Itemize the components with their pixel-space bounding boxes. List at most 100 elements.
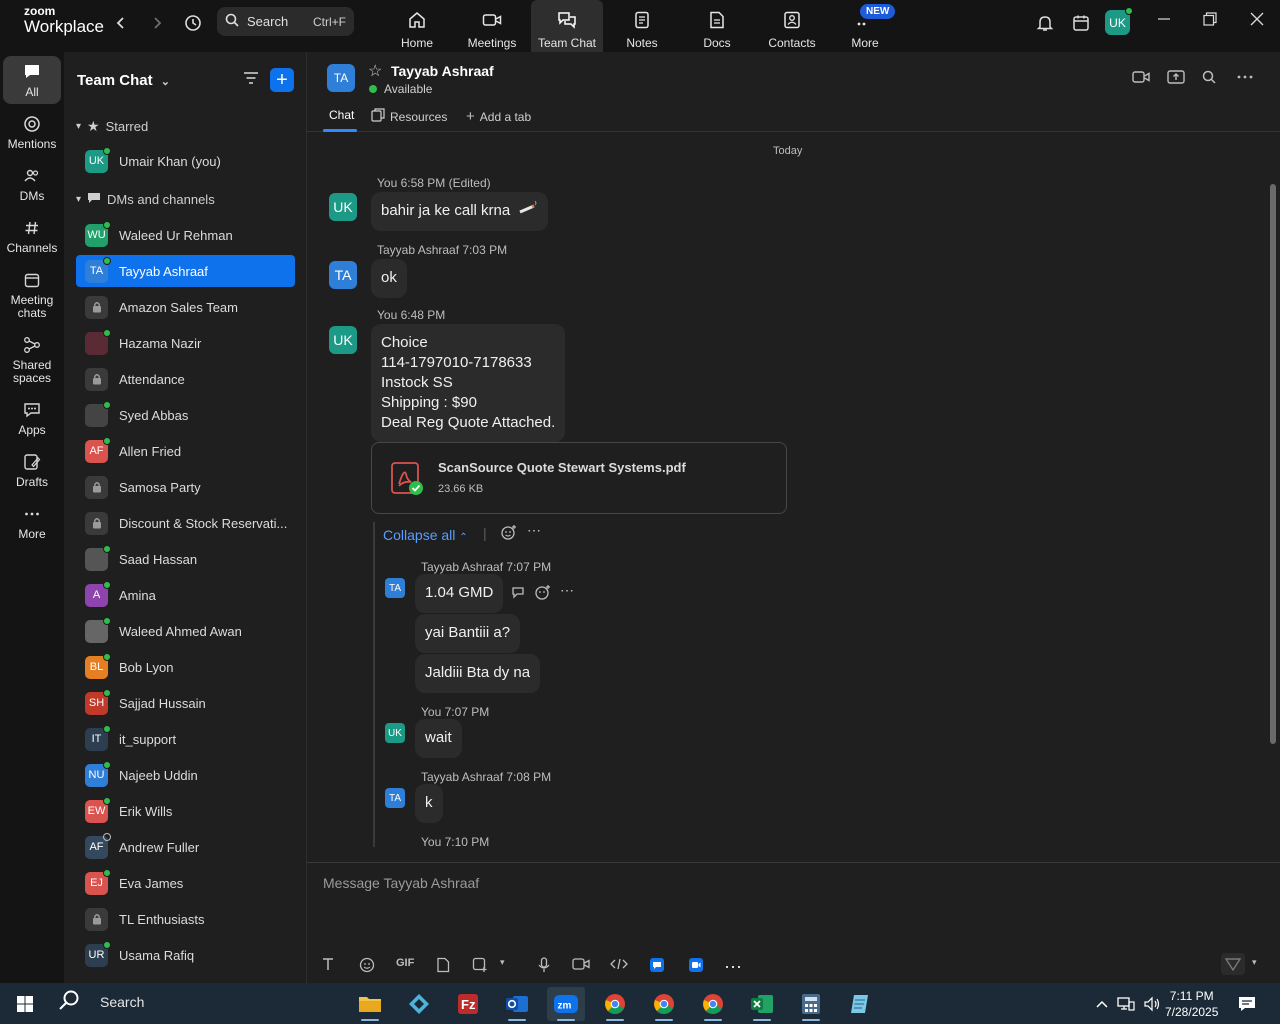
chat-list-item[interactable]: AF Andrew Fuller xyxy=(76,831,295,863)
video-message-icon[interactable] xyxy=(572,957,590,971)
more-options-icon[interactable] xyxy=(1237,70,1253,89)
chat-item-umair-khan[interactable]: UK Umair Khan (you) xyxy=(76,145,295,177)
restore-icon[interactable] xyxy=(1203,12,1217,31)
close-icon[interactable] xyxy=(1250,12,1264,31)
message-bubble[interactable]: bahir ja ke call krna xyxy=(371,192,549,231)
add-tab-button[interactable]: + Add a tab xyxy=(466,108,531,125)
chat-list-item[interactable]: Samosa Party xyxy=(76,471,295,503)
tab-contacts[interactable]: Contacts xyxy=(756,0,828,52)
taskbar-search[interactable]: Search xyxy=(58,989,144,1014)
chevron-down-icon[interactable]: ▾ xyxy=(500,957,505,968)
filezilla-icon[interactable]: Fz xyxy=(449,987,487,1021)
message-bubble[interactable]: Jaldiii Bta dy na xyxy=(415,654,541,693)
more-options-icon[interactable]: ⋯ xyxy=(724,957,742,978)
chat-list-item[interactable]: Hazama Nazir xyxy=(76,327,295,359)
emoji-icon[interactable] xyxy=(359,957,375,973)
app-integration-icon[interactable] xyxy=(649,957,665,973)
avatar[interactable]: TA xyxy=(329,261,357,289)
star-outline-icon[interactable]: ☆ xyxy=(368,61,382,81)
chat-list-item[interactable]: TA Tayyab Ashraaf xyxy=(76,255,295,287)
chat-list-item[interactable]: Amazon Sales Team xyxy=(76,291,295,323)
message-bubble[interactable]: 1.04 GMD xyxy=(415,574,504,613)
more-options-icon[interactable]: ⋯ xyxy=(560,582,574,599)
chat-list-item[interactable]: Syed Abbas xyxy=(76,399,295,431)
chat-list-item[interactable]: TL Enthusiasts xyxy=(76,903,295,935)
code-snippet-icon[interactable] xyxy=(610,957,628,971)
rail-item-mentions[interactable]: Mentions xyxy=(3,114,61,151)
rail-item-channels[interactable]: Channels xyxy=(3,218,61,255)
chat-list-item[interactable]: BL Bob Lyon xyxy=(76,651,295,683)
scrollbar-thumb[interactable] xyxy=(1270,184,1276,744)
global-search-box[interactable]: Search Ctrl+F xyxy=(217,7,354,36)
add-reaction-icon[interactable] xyxy=(501,524,517,543)
avatar[interactable]: UK xyxy=(385,723,405,743)
share-screen-icon[interactable] xyxy=(1167,70,1185,89)
filter-icon[interactable] xyxy=(242,70,260,91)
collapse-all-button[interactable]: Collapse all ⌃ xyxy=(383,527,468,543)
calculator-icon[interactable] xyxy=(792,987,830,1021)
file-explorer-icon[interactable] xyxy=(351,987,389,1021)
chat-list-item[interactable]: EJ Eva James xyxy=(76,867,295,899)
chrome-icon[interactable] xyxy=(645,987,683,1021)
chat-list-item[interactable]: Waleed Ahmed Awan xyxy=(76,615,295,647)
attach-file-icon[interactable] xyxy=(436,957,450,973)
rail-item-all[interactable]: All xyxy=(3,56,61,104)
excel-icon[interactable] xyxy=(743,987,781,1021)
rail-item-drafts[interactable]: Drafts xyxy=(3,452,61,489)
starred-section-header[interactable]: ▾ ★ Starred xyxy=(76,118,148,135)
gif-icon[interactable]: GIF xyxy=(396,957,414,969)
tab-meetings[interactable]: Meetings xyxy=(456,0,528,52)
avatar[interactable]: UK xyxy=(329,193,357,221)
chat-list-item[interactable]: AF Allen Fried xyxy=(76,435,295,467)
chat-list-item[interactable]: EW Erik Wills xyxy=(76,795,295,827)
message-bubble[interactable]: k xyxy=(415,784,443,823)
send-button[interactable] xyxy=(1221,953,1245,975)
chrome-icon[interactable] xyxy=(596,987,634,1021)
chat-list-item[interactable]: WU Waleed Ur Rehman xyxy=(76,219,295,251)
chat-list-item[interactable]: Attendance xyxy=(76,363,295,395)
tab-team-chat[interactable]: Team Chat xyxy=(531,0,603,52)
calendar-icon[interactable] xyxy=(1070,12,1092,34)
new-chat-button[interactable]: + xyxy=(270,68,294,92)
chat-list-item[interactable]: Saad Hassan xyxy=(76,543,295,575)
team-chat-title[interactable]: Team Chat ⌄ xyxy=(77,72,170,89)
chat-list-item[interactable]: IT it_support xyxy=(76,723,295,755)
user-avatar[interactable]: UK xyxy=(1105,7,1133,35)
chat-list-item[interactable]: Discount & Stock Reservati... xyxy=(76,507,295,539)
chevron-down-icon[interactable]: ▾ xyxy=(1252,957,1257,968)
rail-item-dms[interactable]: DMs xyxy=(3,166,61,203)
zoom-icon[interactable]: zm xyxy=(547,987,585,1021)
rail-item-meeting-chats[interactable]: Meeting chats xyxy=(3,270,61,320)
tab-chat[interactable]: Chat xyxy=(329,108,354,122)
rail-item-shared-spaces[interactable]: Shared spaces xyxy=(3,335,61,385)
add-reaction-icon[interactable] xyxy=(535,584,551,603)
tab-notes[interactable]: Notes xyxy=(606,0,678,52)
message-bubble[interactable]: Choice 114-1797010-7178633 Instock SS Sh… xyxy=(371,324,566,442)
history-icon[interactable] xyxy=(182,12,204,34)
windows-start-icon[interactable] xyxy=(6,987,44,1021)
system-clock[interactable]: 7:11 PM 7/28/2025 xyxy=(1165,988,1218,1020)
app-icon[interactable] xyxy=(400,987,438,1021)
notification-center-icon[interactable] xyxy=(1230,987,1264,1021)
minimize-icon[interactable] xyxy=(1157,12,1171,31)
conversation-title[interactable]: Tayyab Ashraaf xyxy=(391,63,494,79)
microphone-icon[interactable] xyxy=(537,957,551,973)
outlook-icon[interactable] xyxy=(498,987,536,1021)
avatar[interactable]: TA xyxy=(385,788,405,808)
tab-docs[interactable]: Docs xyxy=(681,0,753,52)
chat-list-item[interactable]: UR Usama Rafiq xyxy=(76,939,295,971)
chat-list-item[interactable]: A Amina xyxy=(76,579,295,611)
search-icon[interactable] xyxy=(1202,70,1216,89)
file-attachment-card[interactable]: ScanSource Quote Stewart Systems.pdf 23.… xyxy=(371,442,787,514)
tab-home[interactable]: Home xyxy=(381,0,453,52)
forward-arrow-icon[interactable] xyxy=(146,12,168,34)
message-bubble[interactable]: yai Bantiii a? xyxy=(415,614,521,653)
dms-section-header[interactable]: ▾ DMs and channels xyxy=(76,192,215,207)
rail-item-more[interactable]: More xyxy=(3,504,61,541)
chrome-icon[interactable] xyxy=(694,987,732,1021)
tab-resources[interactable]: Resources xyxy=(371,108,447,125)
reply-icon[interactable] xyxy=(511,585,527,602)
message-input[interactable]: Message Tayyab Ashraaf xyxy=(323,875,479,891)
back-arrow-icon[interactable] xyxy=(110,12,132,34)
volume-icon[interactable] xyxy=(1138,987,1166,1021)
